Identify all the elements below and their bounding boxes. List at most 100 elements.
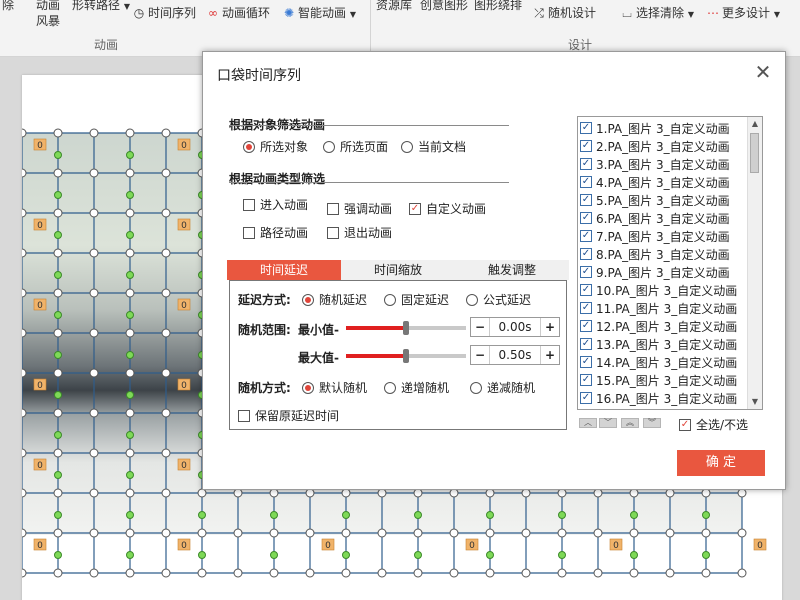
grid-handle bbox=[521, 488, 531, 498]
check-icon[interactable]: ✓ bbox=[580, 230, 592, 242]
min-slider[interactable] bbox=[346, 321, 466, 335]
creative-shape-button[interactable]: 创意图形 bbox=[420, 0, 468, 13]
checkbox-exit[interactable]: 退出动画 bbox=[327, 224, 392, 241]
select-clear-button[interactable]: ⌴ 选择清除 ▼ bbox=[620, 4, 694, 21]
check-icon[interactable]: ✓ bbox=[580, 302, 592, 314]
animation-list-item[interactable]: ✓ 4.PA_图片 3_自定义动画 bbox=[580, 173, 746, 191]
check-icon[interactable]: ✓ bbox=[580, 392, 592, 404]
ok-button[interactable]: 确 定 bbox=[677, 450, 765, 476]
list-scrollbar[interactable]: ▲ ▼ bbox=[747, 117, 762, 409]
radio-increasing-random[interactable]: 递增随机 bbox=[384, 379, 449, 396]
animation-list-item[interactable]: ✓ 16.PA_图片 3_自定义动画 bbox=[580, 389, 746, 407]
grid-handle bbox=[629, 488, 639, 498]
animation-order-number: 0 bbox=[37, 541, 43, 551]
minus-button[interactable]: − bbox=[471, 348, 489, 362]
max-value-stepper[interactable]: − 0.50s + bbox=[470, 345, 560, 365]
animation-list-item[interactable]: ✓ 13.PA_图片 3_自定义动画 bbox=[580, 335, 746, 353]
grid-handle bbox=[521, 568, 531, 578]
shape-wrap-button[interactable]: 图形绕排 bbox=[474, 0, 522, 13]
check-icon[interactable]: ✓ bbox=[580, 284, 592, 296]
animation-list-item[interactable]: ✓ 11.PA_图片 3_自定义动画 bbox=[580, 299, 746, 317]
animation-list-item[interactable]: ✓ 2.PA_图片 3_自定义动画 bbox=[580, 137, 746, 155]
time-sequence-button[interactable]: ◷ 时间序列 bbox=[132, 4, 196, 21]
scroll-down-icon[interactable]: ▼ bbox=[748, 395, 762, 409]
minus-button[interactable]: − bbox=[471, 320, 489, 334]
check-icon[interactable]: ✓ bbox=[580, 248, 592, 260]
check-icon[interactable]: ✓ bbox=[580, 212, 592, 224]
check-icon[interactable]: ✓ bbox=[580, 356, 592, 368]
remove-button[interactable]: 除 bbox=[2, 0, 14, 13]
checkbox-keep-delay[interactable]: 保留原延迟时间 bbox=[238, 407, 339, 424]
radio-default-random[interactable]: 默认随机 bbox=[302, 379, 367, 396]
animation-list-item[interactable]: ✓ 14.PA_图片 3_自定义动画 bbox=[580, 353, 746, 371]
move-bottom-icon[interactable]: ︾ bbox=[643, 418, 661, 428]
plus-button[interactable]: + bbox=[541, 348, 559, 362]
check-icon[interactable]: ✓ bbox=[580, 158, 592, 170]
check-icon[interactable]: ✓ bbox=[580, 176, 592, 188]
rotation-handle bbox=[54, 191, 62, 199]
radio-formula-delay[interactable]: 公式延迟 bbox=[466, 291, 531, 308]
animation-list-item[interactable]: ✓ 3.PA_图片 3_自定义动画 bbox=[580, 155, 746, 173]
animation-list-item[interactable]: ✓ 15.PA_图片 3_自定义动画 bbox=[580, 371, 746, 389]
select-all-checkbox[interactable]: ✓ 全选/不选 bbox=[679, 416, 748, 433]
check-icon[interactable]: ✓ bbox=[580, 320, 592, 332]
radio-fixed-delay[interactable]: 固定延迟 bbox=[384, 291, 449, 308]
animation-loop-button[interactable]: ∞ 动画循环 bbox=[206, 4, 270, 21]
check-icon[interactable]: ✓ bbox=[580, 374, 592, 386]
check-icon[interactable]: ✓ bbox=[580, 194, 592, 206]
smart-animation-button[interactable]: ✺ 智能动画 ▼ bbox=[282, 4, 356, 21]
random-design-button[interactable]: ⤮ 随机设计 bbox=[532, 4, 596, 21]
animation-storm-button[interactable]: 风暴 bbox=[36, 12, 60, 29]
max-value-field[interactable]: 0.50s bbox=[489, 346, 541, 364]
check-icon[interactable]: ✓ bbox=[580, 122, 592, 134]
move-down-icon[interactable]: ﹀ bbox=[599, 418, 617, 428]
check-icon[interactable]: ✓ bbox=[580, 338, 592, 350]
animation-list-item[interactable]: ✓ 8.PA_图片 3_自定义动画 bbox=[580, 245, 746, 263]
max-slider[interactable] bbox=[346, 349, 466, 363]
min-value-field[interactable]: 0.00s bbox=[489, 318, 541, 336]
dialog-title: 口袋时间序列 bbox=[217, 68, 301, 84]
scroll-thumb[interactable] bbox=[750, 133, 759, 173]
radio-current-document[interactable]: 当前文档 bbox=[401, 138, 466, 155]
radio-selected-page[interactable]: 所选页面 bbox=[323, 138, 388, 155]
animation-order-number: 0 bbox=[757, 541, 763, 551]
checkbox-path[interactable]: 路径动画 bbox=[243, 224, 308, 241]
animation-list-item[interactable]: ✓ 6.PA_图片 3_自定义动画 bbox=[580, 209, 746, 227]
resource-library-button[interactable]: 资源库 bbox=[376, 0, 412, 13]
scroll-up-icon[interactable]: ▲ bbox=[748, 117, 762, 131]
radio-decreasing-random[interactable]: 递减随机 bbox=[470, 379, 535, 396]
check-icon[interactable]: ✓ bbox=[580, 266, 592, 278]
tab-time-delay[interactable]: 时间延迟 bbox=[227, 260, 341, 280]
more-design-button[interactable]: ⋯ 更多设计 ▼ bbox=[706, 4, 780, 21]
tab-time-scale[interactable]: 时间缩放 bbox=[341, 260, 455, 280]
checkbox-entrance[interactable]: 进入动画 bbox=[243, 196, 308, 213]
checkbox-emphasis[interactable]: 强调动画 bbox=[327, 200, 392, 217]
animation-list-item[interactable]: ✓ 1.PA_图片 3_自定义动画 bbox=[580, 119, 746, 137]
min-value-stepper[interactable]: − 0.00s + bbox=[470, 317, 560, 337]
check-icon[interactable]: ✓ bbox=[580, 140, 592, 152]
radio-icon bbox=[302, 381, 314, 394]
animation-list-item[interactable]: ✓ 9.PA_图片 3_自定义动画 bbox=[580, 263, 746, 281]
plus-button[interactable]: + bbox=[541, 320, 559, 334]
remove-label: 除 bbox=[2, 0, 15, 12]
animation-list-item[interactable]: ✓ 10.PA_图片 3_自定义动画 bbox=[580, 281, 746, 299]
shape-to-path-label: 形转路径 bbox=[72, 0, 121, 12]
rotation-handle bbox=[414, 511, 422, 519]
animation-list-item[interactable]: ✓ 5.PA_图片 3_自定义动画 bbox=[580, 191, 746, 209]
radio-random-delay[interactable]: 随机延迟 bbox=[302, 291, 367, 308]
grid-handle bbox=[233, 528, 243, 538]
slider-thumb[interactable] bbox=[403, 349, 409, 363]
slider-thumb[interactable] bbox=[403, 321, 409, 335]
checkbox-custom[interactable]: ✓ 自定义动画 bbox=[409, 200, 486, 217]
grid-handle bbox=[22, 568, 27, 578]
close-icon[interactable]: ✕ bbox=[751, 60, 775, 84]
radio-icon bbox=[323, 140, 335, 153]
shape-to-path-button[interactable]: 形转路径 ▼ bbox=[72, 0, 130, 13]
radio-selected-object[interactable]: 所选对象 bbox=[243, 138, 308, 155]
random-mode-label: 随机方式: bbox=[238, 381, 291, 395]
move-top-icon[interactable]: ︽ bbox=[621, 418, 639, 428]
animation-list-item[interactable]: ✓ 12.PA_图片 3_自定义动画 bbox=[580, 317, 746, 335]
tab-trigger-adjust[interactable]: 触发调整 bbox=[455, 260, 569, 280]
animation-list-item[interactable]: ✓ 7.PA_图片 3_自定义动画 bbox=[580, 227, 746, 245]
move-up-icon[interactable]: ︿ bbox=[579, 418, 597, 428]
